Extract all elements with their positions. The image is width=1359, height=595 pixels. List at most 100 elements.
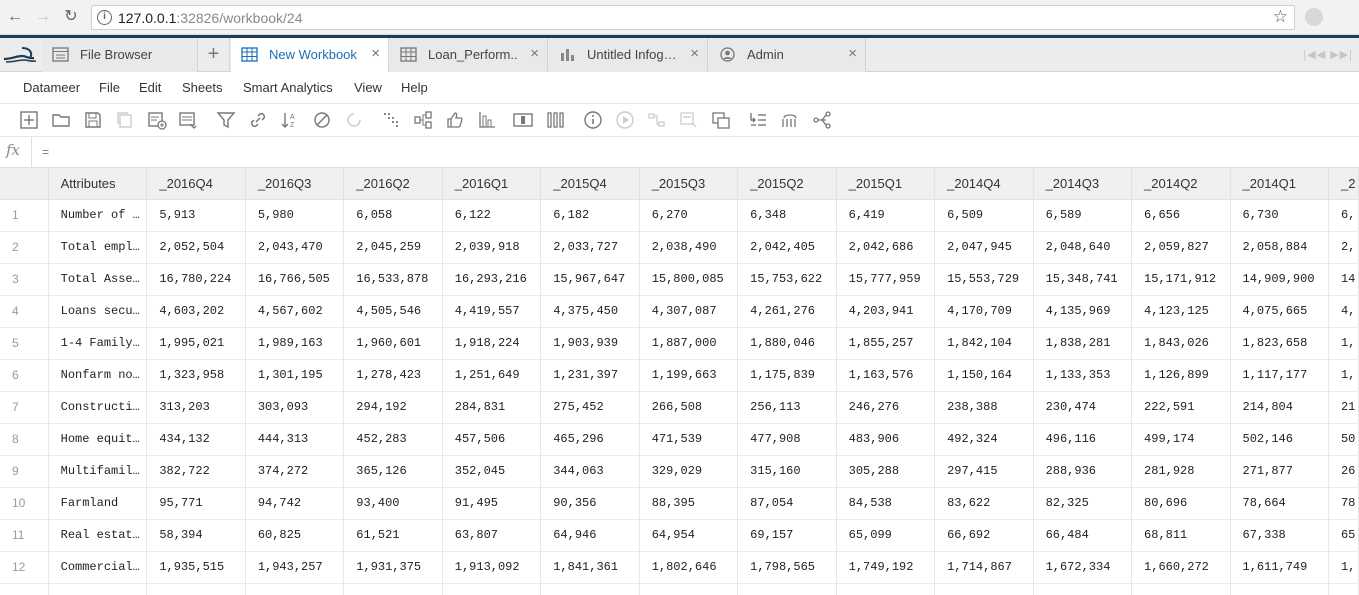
data-cell[interactable]: 2,042,686 xyxy=(836,231,936,264)
column-header[interactable]: _2 xyxy=(1328,168,1359,200)
data-cell[interactable]: 4,567,602 xyxy=(245,295,345,328)
column-header[interactable]: _2014Q3 xyxy=(1033,168,1133,200)
data-cell[interactable] xyxy=(1230,583,1329,595)
data-cell[interactable]: 281,928 xyxy=(1131,455,1231,488)
data-cell[interactable]: 6,509 xyxy=(934,199,1034,232)
data-cell[interactable]: 16,293,216 xyxy=(442,263,542,296)
row-number[interactable]: 6 xyxy=(0,359,49,392)
menu-help[interactable]: Help xyxy=(401,80,428,95)
row-number[interactable]: 1 xyxy=(0,199,49,232)
data-cell[interactable]: 303,093 xyxy=(245,391,345,424)
attribute-cell[interactable] xyxy=(48,583,148,595)
tab-file-browser[interactable]: File Browser xyxy=(42,38,198,72)
data-cell[interactable]: 69,157 xyxy=(737,519,837,552)
add-sheet-icon[interactable] xyxy=(19,110,39,130)
data-cell[interactable]: 14 xyxy=(1328,263,1359,296)
data-cell[interactable]: 26 xyxy=(1328,455,1359,488)
data-cell[interactable]: 246,276 xyxy=(836,391,936,424)
column-header[interactable]: _2015Q2 xyxy=(737,168,837,200)
data-cell[interactable]: 4,603,202 xyxy=(146,295,246,328)
data-cell[interactable]: 1,278,423 xyxy=(343,359,443,392)
play-icon[interactable] xyxy=(615,110,635,130)
data-cell[interactable]: 61,521 xyxy=(343,519,443,552)
data-cell[interactable]: 6,656 xyxy=(1131,199,1231,232)
data-cell[interactable]: 2,045,259 xyxy=(343,231,443,264)
data-cell[interactable]: 502,146 xyxy=(1230,423,1329,456)
info-icon[interactable] xyxy=(583,110,603,130)
data-cell[interactable]: 6,270 xyxy=(639,199,739,232)
row-number[interactable]: 12 xyxy=(0,551,49,584)
data-cell[interactable]: 492,324 xyxy=(934,423,1034,456)
attribute-cell[interactable]: Nonfarm no… xyxy=(48,359,148,392)
data-cell[interactable]: 1,150,164 xyxy=(934,359,1034,392)
data-cell[interactable]: 1,323,958 xyxy=(146,359,246,392)
column-header[interactable]: _2016Q4 xyxy=(146,168,246,200)
refresh-icon[interactable] xyxy=(344,110,364,130)
data-cell[interactable]: 1,903,939 xyxy=(540,327,640,360)
close-icon[interactable]: × xyxy=(371,46,380,62)
data-cell[interactable]: 15,800,085 xyxy=(639,263,739,296)
data-cell[interactable]: 16,780,224 xyxy=(146,263,246,296)
data-cell[interactable]: 1,995,021 xyxy=(146,327,246,360)
row-number[interactable] xyxy=(0,583,49,595)
data-cell[interactable]: 305,288 xyxy=(836,455,936,488)
data-cell[interactable]: 1,841,361 xyxy=(540,551,640,584)
data-cell[interactable] xyxy=(442,583,542,595)
data-cell[interactable]: 1,231,397 xyxy=(540,359,640,392)
data-cell[interactable]: 5,980 xyxy=(245,199,345,232)
data-cell[interactable]: 58,394 xyxy=(146,519,246,552)
column-header[interactable]: _2016Q2 xyxy=(343,168,443,200)
indent-icon[interactable] xyxy=(748,110,768,130)
data-cell[interactable]: 65,099 xyxy=(836,519,936,552)
dots-icon[interactable] xyxy=(382,110,402,130)
data-cell[interactable]: 16,766,505 xyxy=(245,263,345,296)
filter-icon[interactable] xyxy=(216,110,236,130)
data-cell[interactable]: 1, xyxy=(1328,551,1359,584)
data-cell[interactable]: 365,126 xyxy=(343,455,443,488)
data-cell[interactable]: 66,484 xyxy=(1033,519,1133,552)
menu-edit[interactable]: Edit xyxy=(139,80,161,95)
data-cell[interactable]: 82,325 xyxy=(1033,487,1133,520)
data-cell[interactable] xyxy=(146,583,246,595)
open-folder-icon[interactable] xyxy=(51,110,71,130)
save-icon[interactable] xyxy=(83,110,103,130)
data-cell[interactable]: 1,798,565 xyxy=(737,551,837,584)
data-cell[interactable]: 496,116 xyxy=(1033,423,1133,456)
column-header[interactable]: _2015Q1 xyxy=(836,168,936,200)
data-cell[interactable] xyxy=(343,583,443,595)
data-cell[interactable]: 94,742 xyxy=(245,487,345,520)
data-cell[interactable]: 382,722 xyxy=(146,455,246,488)
data-cell[interactable]: 95,771 xyxy=(146,487,246,520)
tab-untitled-infographic[interactable]: Untitled Infog… × xyxy=(549,38,708,72)
menu-file[interactable]: File xyxy=(99,80,120,95)
data-cell[interactable]: 499,174 xyxy=(1131,423,1231,456)
data-cell[interactable] xyxy=(245,583,345,595)
data-cell[interactable]: 1, xyxy=(1328,359,1359,392)
data-cell[interactable]: 1,126,899 xyxy=(1131,359,1231,392)
data-cell[interactable]: 256,113 xyxy=(737,391,837,424)
data-cell[interactable]: 90,356 xyxy=(540,487,640,520)
data-cell[interactable]: 457,506 xyxy=(442,423,542,456)
data-cell[interactable]: 4,261,276 xyxy=(737,295,837,328)
data-cell[interactable]: 284,831 xyxy=(442,391,542,424)
address-bar[interactable]: i 127.0.0.1:32826/workbook/24 ☆ xyxy=(91,5,1295,30)
data-cell[interactable]: 78,664 xyxy=(1230,487,1329,520)
forward-arrow-icon[interactable]: → xyxy=(34,8,52,26)
data-cell[interactable]: 91,495 xyxy=(442,487,542,520)
flow-icon[interactable] xyxy=(647,110,667,130)
data-cell[interactable] xyxy=(1328,583,1359,595)
branch-icon[interactable] xyxy=(812,110,832,130)
data-cell[interactable]: 222,591 xyxy=(1131,391,1231,424)
menu-smart-analytics[interactable]: Smart Analytics xyxy=(243,80,333,95)
data-cell[interactable]: 68,811 xyxy=(1131,519,1231,552)
data-cell[interactable]: 288,936 xyxy=(1033,455,1133,488)
column-header-attributes[interactable]: Attributes xyxy=(48,168,148,200)
data-cell[interactable]: 60,825 xyxy=(245,519,345,552)
join-icon[interactable] xyxy=(413,110,433,130)
data-cell[interactable]: 93,400 xyxy=(343,487,443,520)
menu-sheets[interactable]: Sheets xyxy=(182,80,222,95)
row-number[interactable]: 4 xyxy=(0,295,49,328)
column-header[interactable]: _2016Q1 xyxy=(442,168,542,200)
attribute-cell[interactable]: Loans secu… xyxy=(48,295,148,328)
column-header[interactable]: _2014Q4 xyxy=(934,168,1034,200)
